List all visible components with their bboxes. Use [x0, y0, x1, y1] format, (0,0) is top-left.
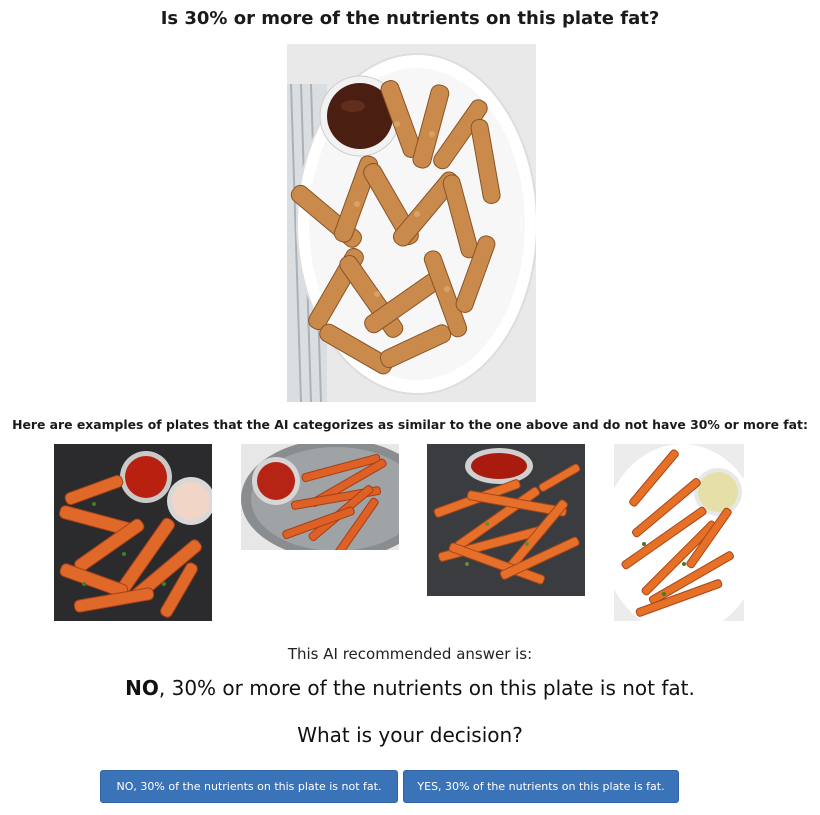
examples-caption: Here are examples of plates that the AI …: [12, 417, 808, 432]
recommendation-label: This AI recommended answer is:: [287, 645, 533, 663]
recommended-answer-verdict: NO: [125, 676, 159, 700]
recommended-answer: NO, 30% or more of the nutrients on this…: [0, 676, 820, 700]
churros-plate-image: [287, 44, 536, 402]
example-image-1: [54, 444, 212, 621]
no-not-fat-button[interactable]: NO, 30% of the nutrients on this plate i…: [100, 770, 398, 803]
example-image-3: [427, 444, 585, 596]
decision-prompt: What is your decision?: [297, 723, 523, 747]
example-image-2: [241, 444, 399, 550]
example-image-4: [614, 444, 744, 621]
question-title: Is 30% or more of the nutrients on this …: [160, 8, 660, 29]
yes-fat-button[interactable]: YES, 30% of the nutrients on this plate …: [403, 770, 679, 803]
recommended-answer-text: , 30% or more of the nutrients on this p…: [158, 676, 695, 700]
